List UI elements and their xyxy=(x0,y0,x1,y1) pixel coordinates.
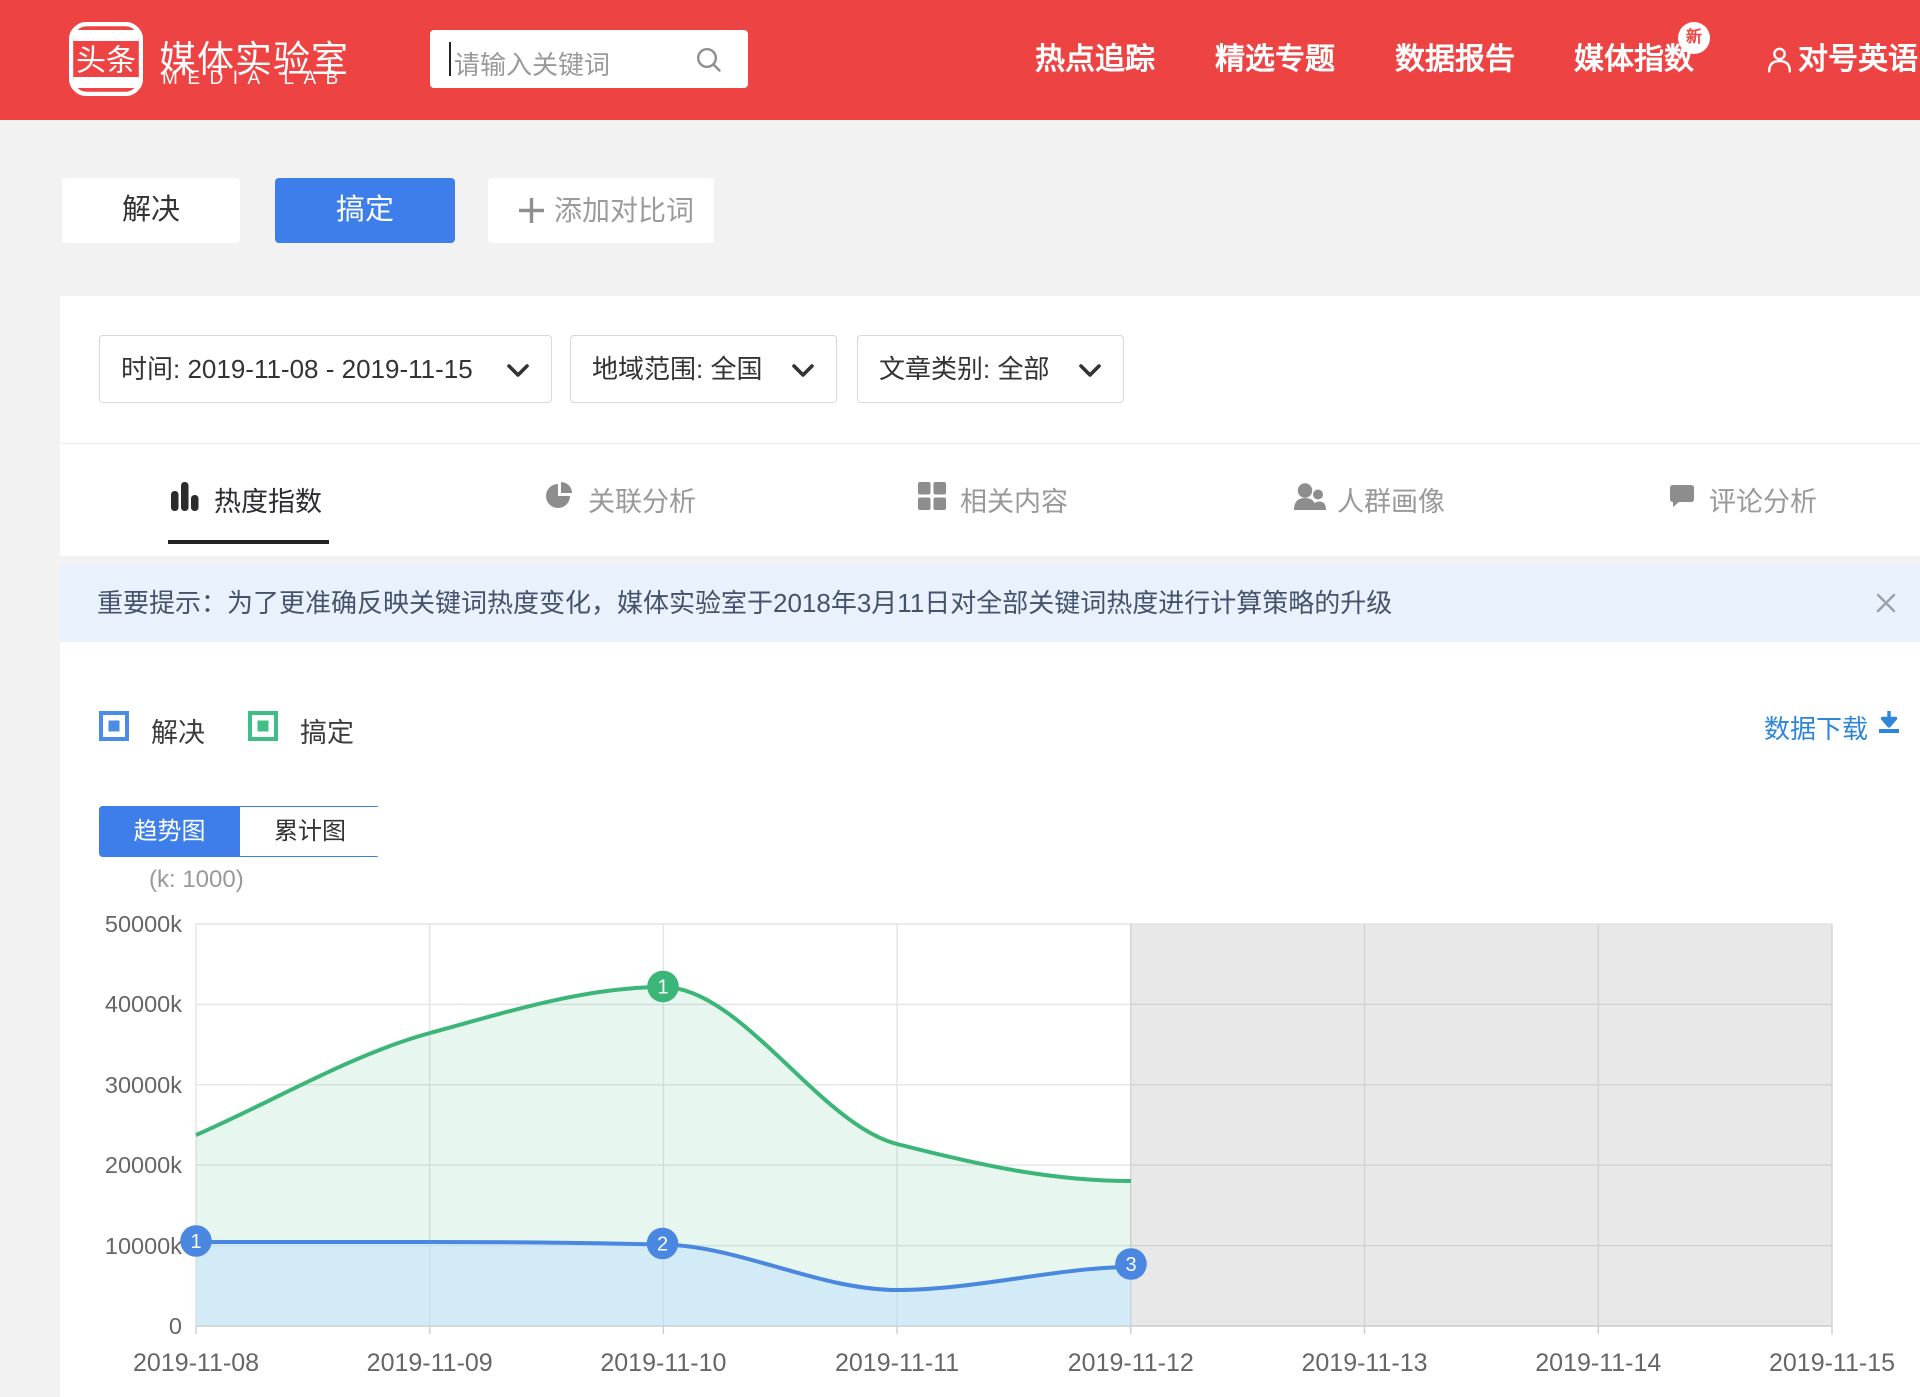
svg-text:20000k: 20000k xyxy=(105,1152,182,1178)
svg-text:2019-11-15: 2019-11-15 xyxy=(1769,1349,1895,1377)
svg-text:头条: 头条 xyxy=(76,45,136,78)
svg-text:3: 3 xyxy=(1125,1254,1136,1276)
svg-text:2019-11-14: 2019-11-14 xyxy=(1535,1349,1661,1377)
svg-text:1: 1 xyxy=(190,1231,201,1253)
svg-text:2019-11-10: 2019-11-10 xyxy=(600,1349,726,1377)
svg-text:2019-11-09: 2019-11-09 xyxy=(367,1349,493,1377)
svg-text:10000k: 10000k xyxy=(105,1233,182,1259)
svg-text:2019-11-13: 2019-11-13 xyxy=(1301,1349,1427,1377)
svg-text:2019-11-11: 2019-11-11 xyxy=(835,1349,959,1377)
svg-text:2: 2 xyxy=(657,1234,668,1256)
svg-text:30000k: 30000k xyxy=(105,1072,182,1098)
svg-text:2019-11-12: 2019-11-12 xyxy=(1068,1349,1194,1377)
svg-text:40000k: 40000k xyxy=(105,991,182,1017)
svg-text:50000k: 50000k xyxy=(105,911,182,937)
svg-text:0: 0 xyxy=(169,1313,182,1339)
svg-text:1: 1 xyxy=(657,977,668,999)
svg-text:2019-11-08: 2019-11-08 xyxy=(133,1349,259,1377)
